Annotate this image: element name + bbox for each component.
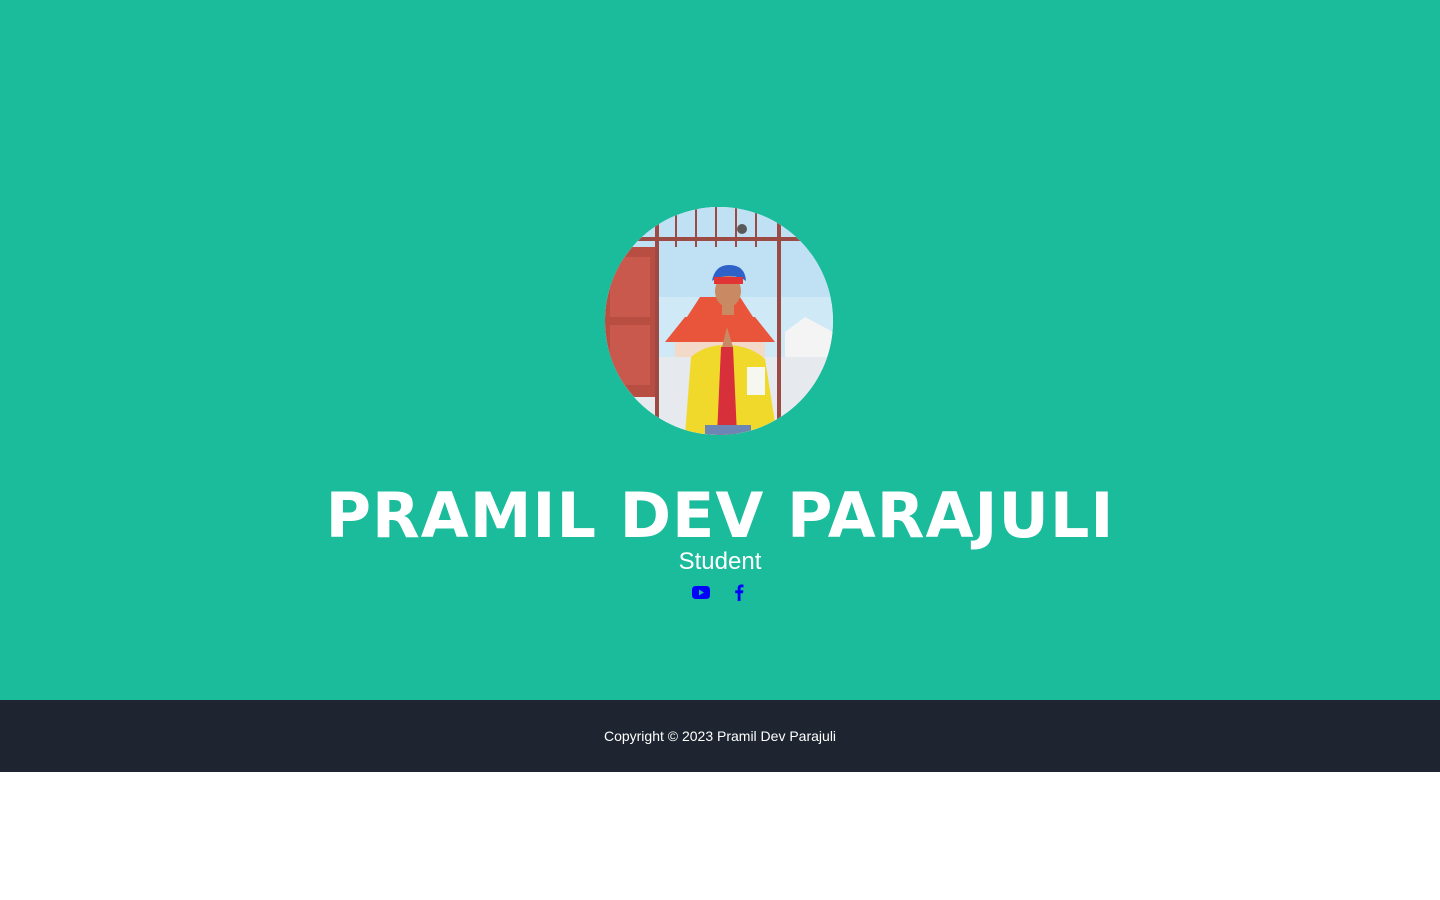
youtube-link[interactable] bbox=[692, 582, 710, 602]
hero-section: PRAMIL DEV PARAJULI Student bbox=[0, 0, 1440, 700]
social-links bbox=[0, 582, 1440, 602]
profile-photo-image bbox=[605, 207, 833, 435]
profile-photo bbox=[605, 207, 833, 435]
footer: Copyright © 2023 Pramil Dev Parajuli bbox=[0, 700, 1440, 772]
profile-role: Student bbox=[678, 548, 762, 575]
facebook-icon bbox=[735, 584, 744, 601]
copyright-text: Copyright © 2023 Pramil Dev Parajuli bbox=[603, 728, 837, 744]
profile-name: PRAMIL DEV PARAJULI bbox=[325, 479, 1115, 552]
facebook-link[interactable] bbox=[730, 582, 748, 602]
youtube-icon bbox=[692, 585, 710, 599]
